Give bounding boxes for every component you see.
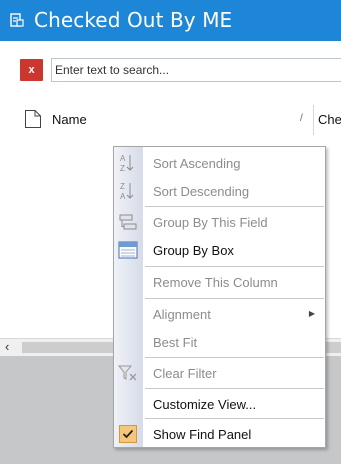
menu-item-label: Group By This Field bbox=[153, 215, 268, 230]
menu-item-group-by-box[interactable]: Group By Box bbox=[114, 236, 325, 264]
group-by-field-icon bbox=[119, 214, 137, 230]
document-icon bbox=[25, 110, 41, 128]
submenu-arrow-icon: ▶ bbox=[308, 309, 315, 318]
group-by-box-icon bbox=[118, 241, 138, 259]
column-header-name[interactable]: Name bbox=[52, 112, 87, 127]
checkmark-icon bbox=[122, 429, 134, 439]
menu-separator bbox=[145, 357, 324, 358]
menu-item-label: Group By Box bbox=[153, 243, 234, 258]
checked-out-documents-icon bbox=[10, 13, 24, 27]
menu-item-label: Customize View... bbox=[153, 397, 257, 412]
menu-item-remove-this-column[interactable]: Remove This Column bbox=[114, 268, 325, 296]
svg-text:Z: Z bbox=[120, 182, 125, 191]
menu-item-show-find-panel[interactable]: Show Find Panel bbox=[114, 420, 325, 448]
checked-indicator bbox=[119, 425, 137, 443]
menu-item-sort-ascending[interactable]: A Z Sort Ascending bbox=[114, 149, 325, 177]
menu-item-best-fit[interactable]: Best Fit bbox=[114, 328, 325, 356]
find-panel: x bbox=[0, 41, 341, 101]
menu-item-sort-descending[interactable]: Z A Sort Descending bbox=[114, 177, 325, 205]
clear-filter-icon bbox=[117, 365, 137, 381]
menu-item-customize-view[interactable]: Customize View... bbox=[114, 390, 325, 418]
menu-separator bbox=[145, 266, 324, 267]
close-find-panel-button[interactable]: x bbox=[20, 59, 43, 81]
svg-text:A: A bbox=[120, 192, 126, 201]
sort-indicator: / bbox=[300, 113, 303, 124]
title-bar: Checked Out By ME bbox=[0, 0, 341, 41]
menu-separator bbox=[145, 388, 324, 389]
menu-item-clear-filter[interactable]: Clear Filter bbox=[114, 359, 325, 387]
menu-separator bbox=[145, 206, 324, 207]
menu-item-label: Clear Filter bbox=[153, 366, 217, 381]
sort-ascending-icon: A Z bbox=[120, 154, 134, 173]
column-divider[interactable] bbox=[313, 105, 314, 135]
search-input[interactable] bbox=[51, 58, 341, 82]
scroll-left-arrow[interactable]: ‹ bbox=[5, 339, 9, 355]
grid-header: Name / Che bbox=[0, 101, 341, 140]
menu-item-group-by-this-field[interactable]: Group By This Field bbox=[114, 208, 325, 236]
menu-separator bbox=[145, 418, 324, 419]
sort-descending-icon: Z A bbox=[120, 182, 134, 201]
menu-item-alignment[interactable]: Alignment ▶ bbox=[114, 300, 325, 328]
menu-item-label: Remove This Column bbox=[153, 275, 278, 290]
menu-separator bbox=[145, 298, 324, 299]
svg-text:A: A bbox=[120, 154, 126, 163]
window-title: Checked Out By ME bbox=[34, 8, 233, 32]
column-context-menu: A Z Sort Ascending Z A Sort Descending G… bbox=[113, 146, 326, 448]
menu-item-label: Alignment bbox=[153, 307, 211, 322]
column-header-checked[interactable]: Che bbox=[318, 112, 341, 127]
menu-item-label: Sort Ascending bbox=[153, 156, 241, 171]
menu-item-label: Show Find Panel bbox=[153, 427, 252, 442]
svg-text:Z: Z bbox=[120, 164, 125, 173]
menu-item-label: Best Fit bbox=[153, 335, 198, 350]
menu-item-label: Sort Descending bbox=[153, 184, 250, 199]
